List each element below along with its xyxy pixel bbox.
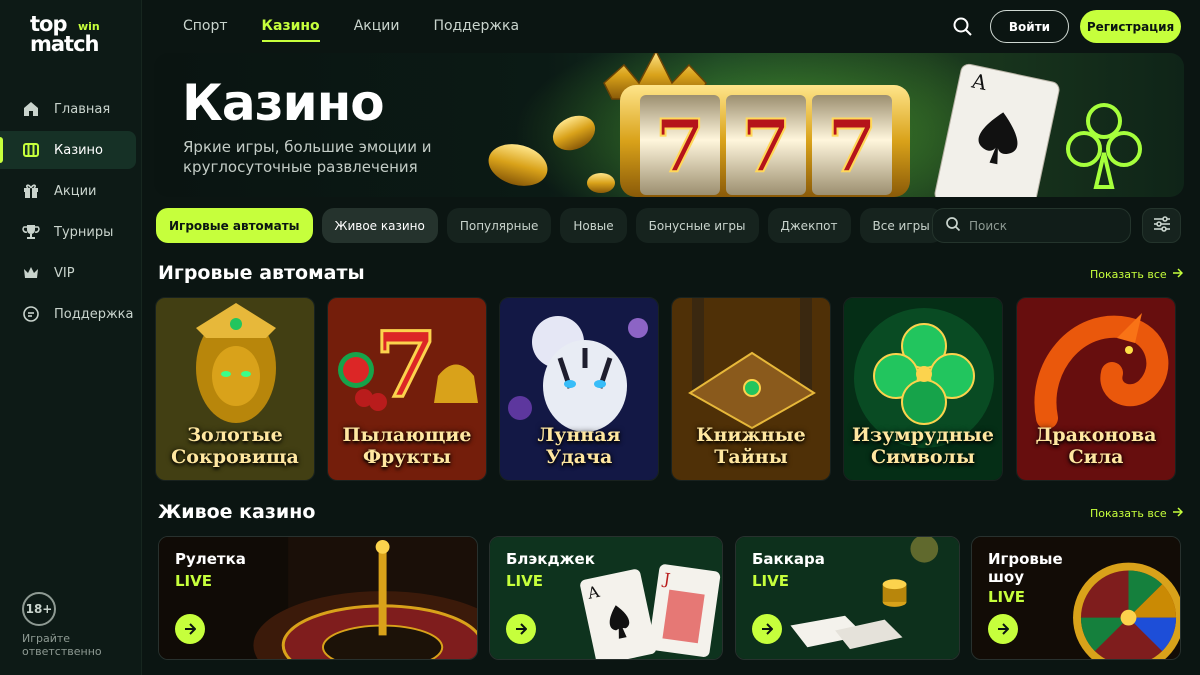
login-button[interactable]: Войти xyxy=(990,10,1069,43)
chip-bonus-games[interactable]: Бонусные игры xyxy=(635,208,759,243)
filter-settings-button[interactable] xyxy=(1142,208,1181,243)
category-filters: Игровые автоматы Живое казино Популярные… xyxy=(156,208,952,243)
arrow-right-icon xyxy=(997,620,1010,639)
svg-text:7: 7 xyxy=(827,103,877,188)
logo-win-text: win xyxy=(78,20,100,33)
topnav-sport[interactable]: Спорт xyxy=(183,18,228,42)
play-button[interactable] xyxy=(506,614,536,644)
play-button[interactable] xyxy=(988,614,1018,644)
search-icon[interactable] xyxy=(952,16,974,38)
sidebar-item-home[interactable]: Главная xyxy=(0,90,142,128)
game-search xyxy=(932,208,1131,243)
live-game-name: Рулетка xyxy=(175,550,246,568)
logo-bottom-text: match xyxy=(30,32,100,56)
game-title: Книжные Тайны xyxy=(696,424,806,468)
play-button[interactable] xyxy=(175,614,205,644)
game-tile[interactable]: Драконова Сила xyxy=(1016,297,1176,481)
logo[interactable]: top win match xyxy=(30,14,130,64)
play-button[interactable] xyxy=(752,614,782,644)
chip-slots[interactable]: Игровые автоматы xyxy=(156,208,313,243)
live-badge: LIVE xyxy=(988,588,1025,606)
sidebar-item-label: Акции xyxy=(54,183,97,199)
sidebar-item-label: Казино xyxy=(54,142,104,158)
game-title: Лунная Удача xyxy=(537,424,621,468)
slot-machine-icon xyxy=(22,141,40,159)
responsible-gaming-text: Играйте ответственно xyxy=(22,632,102,658)
page-title: Казино xyxy=(182,74,385,132)
svg-text:7: 7 xyxy=(655,103,705,188)
slots-section-title: Игровые автоматы xyxy=(158,262,365,284)
search-input[interactable] xyxy=(969,218,1119,233)
live-game-tile[interactable]: A J Блэкджек LIVE xyxy=(489,536,723,660)
sliders-icon xyxy=(1153,215,1171,236)
top-nav: Спорт Казино Акции Поддержка xyxy=(183,18,553,42)
search-icon xyxy=(945,216,961,236)
show-all-label: Показать все xyxy=(1090,268,1167,281)
game-title: Пылающие Фрукты xyxy=(342,424,472,468)
chip-jackpot[interactable]: Джекпот xyxy=(767,208,851,243)
game-tile[interactable]: Лунная Удача xyxy=(499,297,659,481)
home-icon xyxy=(22,100,40,118)
sidebar-item-vip[interactable]: VIP xyxy=(0,254,142,292)
gift-icon xyxy=(22,182,40,200)
arrow-right-icon xyxy=(761,620,774,639)
game-tile[interactable]: Книжные Тайны xyxy=(671,297,831,481)
live-game-tile[interactable]: Баккара LIVE xyxy=(735,536,960,660)
hero-banner: 7 7 7 A Казино Яркие игры, большие эмоци… xyxy=(154,53,1184,197)
sidebar-nav: Главная Казино Акции Турниры VIP Поддерж… xyxy=(0,90,142,336)
sidebar-item-promotions[interactable]: Акции xyxy=(0,172,142,210)
sidebar-item-label: VIP xyxy=(54,265,75,281)
chip-live-casino[interactable]: Живое казино xyxy=(321,208,438,243)
sidebar-item-tournaments[interactable]: Турниры xyxy=(0,213,142,251)
sidebar-item-label: Поддержка xyxy=(54,306,134,322)
topnav-promotions[interactable]: Акции xyxy=(354,18,400,42)
live-game-name: Игровые шоу xyxy=(988,550,1063,586)
svg-text:7: 7 xyxy=(741,103,791,188)
game-title: Золотые Сокровища xyxy=(171,424,299,468)
slots-show-all-link[interactable]: Показать все xyxy=(1090,268,1183,281)
live-section-title: Живое казино xyxy=(158,501,316,523)
arrow-right-icon xyxy=(1172,507,1183,520)
chip-all-games[interactable]: Все игры xyxy=(859,208,943,243)
topnav-support[interactable]: Поддержка xyxy=(433,18,519,42)
arrow-right-icon xyxy=(1172,268,1183,281)
sidebar-item-label: Главная xyxy=(54,101,111,117)
game-title: Изумрудные Символы xyxy=(852,424,994,468)
live-badge: LIVE xyxy=(752,572,789,590)
sidebar-item-label: Турниры xyxy=(54,224,114,240)
chip-popular[interactable]: Популярные xyxy=(446,208,552,243)
chat-icon xyxy=(22,305,40,323)
arrow-right-icon xyxy=(184,620,197,639)
live-game-name: Блэкджек xyxy=(506,550,595,568)
live-game-tile[interactable]: Игровые шоу LIVE xyxy=(971,536,1181,660)
game-tile[interactable]: Золотые Сокровища xyxy=(155,297,315,481)
live-game-name: Баккара xyxy=(752,550,825,568)
age-18-badge: 18+ xyxy=(22,592,56,626)
sidebar-item-casino[interactable]: Казино xyxy=(0,131,136,169)
trophy-icon xyxy=(22,223,40,241)
show-all-label: Показать все xyxy=(1090,507,1167,520)
sidebar: top win match Главная Казино Акции Турни… xyxy=(0,0,142,675)
sidebar-item-support[interactable]: Поддержка xyxy=(0,295,142,333)
game-title: Драконова Сила xyxy=(1035,424,1157,468)
live-badge: LIVE xyxy=(506,572,543,590)
chip-new[interactable]: Новые xyxy=(560,208,627,243)
game-tile[interactable]: Изумрудные Символы xyxy=(843,297,1003,481)
hero-subtitle: Яркие игры, большие эмоции и круглосуточ… xyxy=(183,138,432,176)
game-tile[interactable]: 7 Пылающие Фрукты xyxy=(327,297,487,481)
live-show-all-link[interactable]: Показать все xyxy=(1090,507,1183,520)
responsible-gaming: 18+ Играйте ответственно xyxy=(22,592,132,658)
live-game-tile[interactable]: Рулетка LIVE xyxy=(158,536,478,660)
crown-icon xyxy=(22,264,40,282)
live-badge: LIVE xyxy=(175,572,212,590)
register-button[interactable]: Регистрация xyxy=(1080,10,1181,43)
arrow-right-icon xyxy=(515,620,528,639)
topnav-casino[interactable]: Казино xyxy=(261,18,320,42)
